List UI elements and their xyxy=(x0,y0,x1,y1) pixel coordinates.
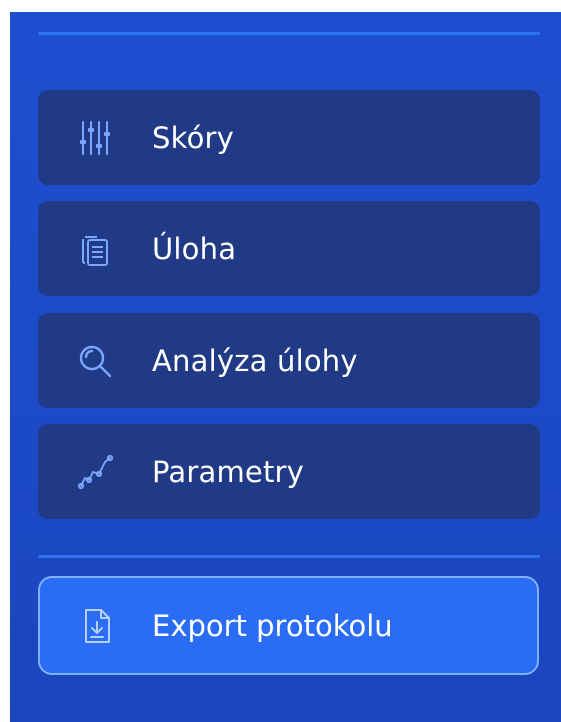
sidebar-item-label: Analýza úlohy xyxy=(152,343,358,378)
documents-icon xyxy=(74,228,116,270)
sidebar-item-label: Úloha xyxy=(152,231,237,266)
top-divider xyxy=(38,32,540,35)
sidebar-item-label: Parametry xyxy=(152,454,304,489)
export-button-label: Export protokolu xyxy=(152,608,393,643)
sidebar-item-task[interactable]: Úloha xyxy=(38,201,540,296)
bottom-divider xyxy=(38,555,540,558)
sidebar-item-label: Skóry xyxy=(152,120,234,155)
magnifier-icon xyxy=(74,340,116,382)
export-protocol-button[interactable]: Export protokolu xyxy=(38,576,539,675)
sidebar-item-task-analysis[interactable]: Analýza úlohy xyxy=(38,313,540,408)
sidebar-panel: Skóry Úloha Analýza úlohy Parametry Expo… xyxy=(10,12,561,722)
sidebar-item-parameters[interactable]: Parametry xyxy=(38,424,540,519)
sliders-icon xyxy=(74,117,116,159)
sidebar-item-scores[interactable]: Skóry xyxy=(38,90,540,185)
file-download-icon xyxy=(76,605,118,647)
line-graph-icon xyxy=(74,451,116,493)
